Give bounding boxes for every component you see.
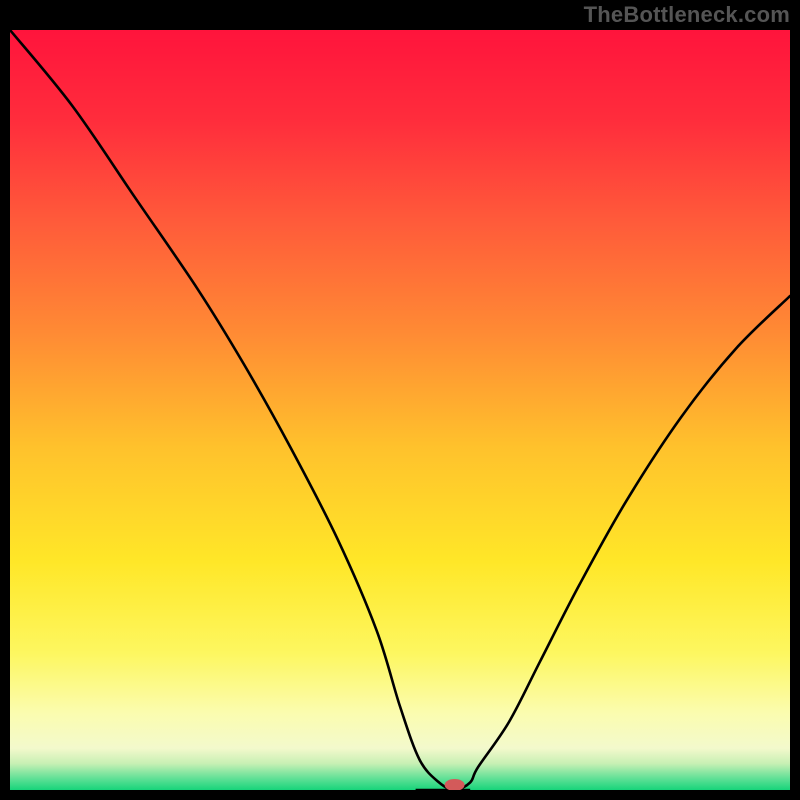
chart-frame: TheBottleneck.com [0,0,800,800]
bottleneck-chart-svg [10,30,790,790]
watermark-text: TheBottleneck.com [584,2,790,28]
plot-area [10,30,790,790]
gradient-background [10,30,790,790]
